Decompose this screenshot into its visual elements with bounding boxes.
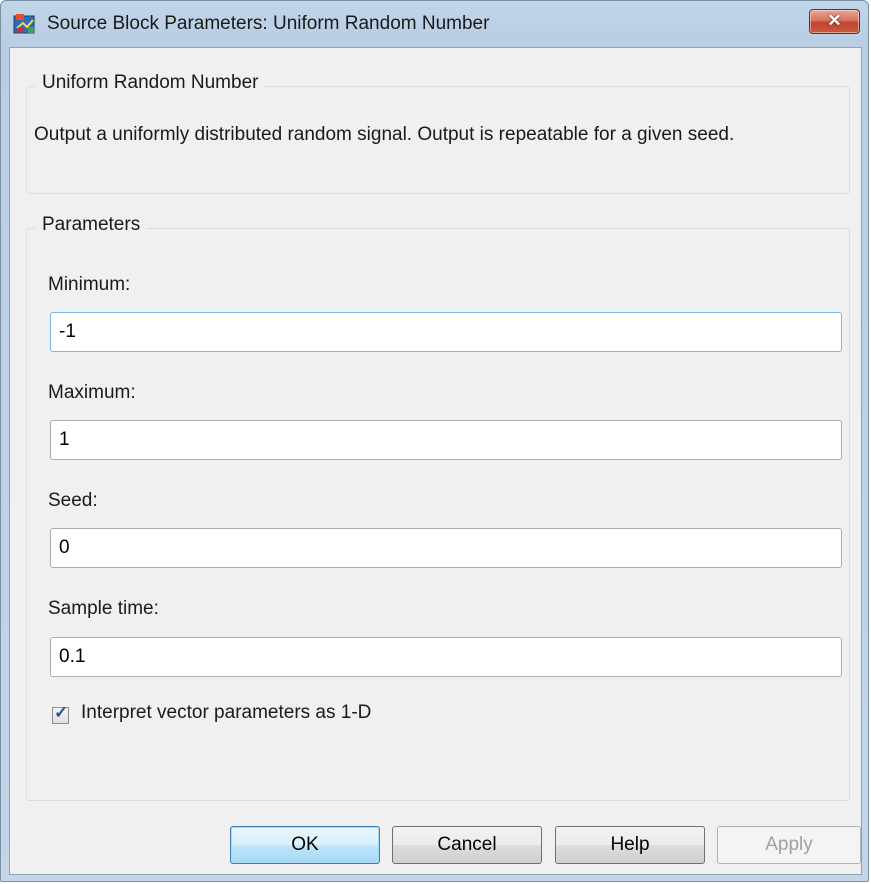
checkmark-icon: ✓ <box>54 703 69 722</box>
cancel-button[interactable]: Cancel <box>392 826 542 864</box>
close-button[interactable]: ✕ <box>809 9 860 34</box>
close-icon: ✕ <box>827 11 842 30</box>
apply-button[interactable]: Apply <box>717 826 861 864</box>
title-bar[interactable]: Source Block Parameters: Uniform Random … <box>1 1 868 47</box>
interpret-vector-label[interactable]: Interpret vector parameters as 1-D <box>81 702 371 724</box>
minimum-label: Minimum: <box>48 274 131 295</box>
simulink-block-icon <box>13 14 35 34</box>
seed-field[interactable] <box>50 528 842 568</box>
window-title: Source Block Parameters: Uniform Random … <box>47 13 490 34</box>
maximum-label: Maximum: <box>48 382 136 403</box>
block-description: Output a uniformly distributed random si… <box>34 124 735 145</box>
parameters-heading: Parameters <box>36 214 147 236</box>
sample-time-field[interactable] <box>50 637 842 677</box>
dialog-body: Uniform Random Number Output a uniformly… <box>9 47 862 875</box>
interpret-vector-checkbox[interactable]: ✓ <box>52 703 69 724</box>
maximum-field[interactable] <box>50 420 842 460</box>
dialog-window: Source Block Parameters: Uniform Random … <box>0 0 869 882</box>
seed-label: Seed: <box>48 490 98 511</box>
block-name-heading: Uniform Random Number <box>36 72 265 94</box>
minimum-field[interactable] <box>50 312 842 352</box>
help-button[interactable]: Help <box>555 826 705 864</box>
ok-button[interactable]: OK <box>230 826 380 864</box>
sample-time-label: Sample time: <box>48 598 159 619</box>
